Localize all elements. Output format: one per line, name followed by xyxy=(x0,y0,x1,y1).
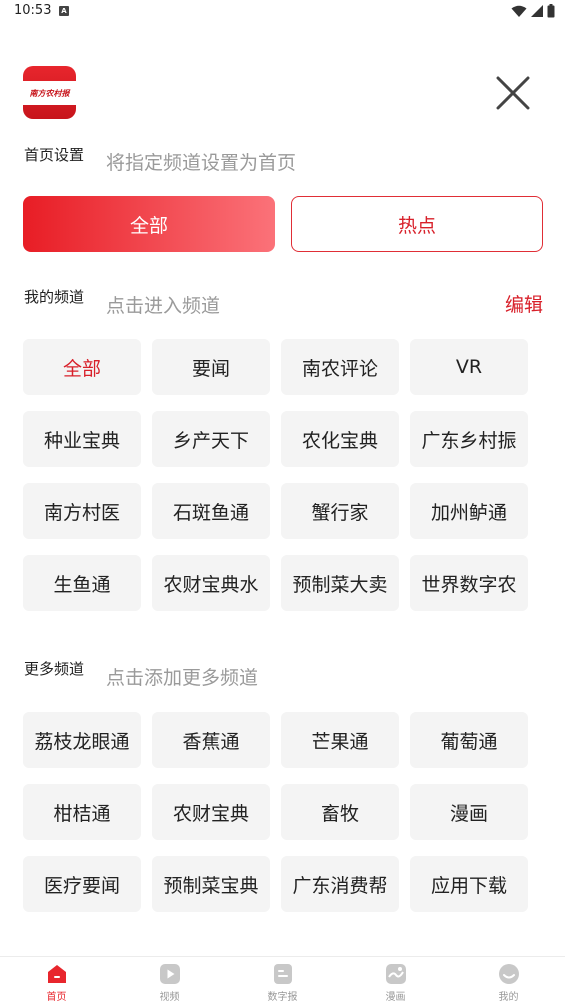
close-icon xyxy=(496,76,530,110)
homepage-option-all[interactable]: 全部 xyxy=(23,196,275,252)
homepage-settings-hint: 将指定频道设置为首页 xyxy=(106,152,297,174)
more-channel-chip[interactable]: 应用下载 xyxy=(410,856,528,912)
channel-chip[interactable]: 蟹行家 xyxy=(281,483,399,539)
more-channel-chip[interactable]: 芒果通 xyxy=(281,712,399,768)
app-logo-text: 南方农村报 xyxy=(23,81,76,105)
channel-chip[interactable]: 广东乡村振 xyxy=(410,411,528,467)
channel-chip[interactable]: 农化宝典 xyxy=(281,411,399,467)
tab-comic-label: 漫画 xyxy=(385,992,406,1003)
channel-chip[interactable]: 乡产天下 xyxy=(152,411,270,467)
video-icon xyxy=(159,964,180,984)
more-channel-chip[interactable]: 广东消费帮 xyxy=(281,856,399,912)
more-channels-title: 更多频道 xyxy=(24,660,85,678)
tab-profile-label: 我的 xyxy=(498,992,519,1003)
battery-icon xyxy=(547,4,555,18)
status-bar: 10:53 A xyxy=(0,0,565,24)
close-button[interactable] xyxy=(495,75,531,111)
channel-chip[interactable]: 南方村医 xyxy=(23,483,141,539)
more-channel-chip[interactable]: 漫画 xyxy=(410,784,528,840)
channel-chip[interactable]: VR xyxy=(410,339,528,395)
more-channel-chip[interactable]: 农财宝典 xyxy=(152,784,270,840)
more-channel-chip[interactable]: 畜牧 xyxy=(281,784,399,840)
tab-home-label: 首页 xyxy=(46,992,67,1003)
newspaper-icon xyxy=(273,964,292,984)
notification-badge-icon: A xyxy=(59,6,69,16)
tab-newspaper-label: 数字报 xyxy=(267,992,298,1003)
channel-chip[interactable]: 加州鲈通 xyxy=(410,483,528,539)
more-channel-chip[interactable]: 预制菜宝典 xyxy=(152,856,270,912)
wifi-icon xyxy=(511,5,527,17)
profile-icon xyxy=(498,964,519,984)
status-icons xyxy=(511,4,555,18)
tab-home[interactable]: 首页 xyxy=(0,957,113,1004)
more-channel-chip[interactable]: 医疗要闻 xyxy=(23,856,141,912)
more-channels-grid: 荔枝龙眼通 香蕉通 芒果通 葡萄通 柑桔通 农财宝典 畜牧 漫画 医疗要闻 预制… xyxy=(23,712,528,912)
comic-icon xyxy=(385,964,406,984)
channel-chip[interactable]: 南农评论 xyxy=(281,339,399,395)
more-channel-chip[interactable]: 荔枝龙眼通 xyxy=(23,712,141,768)
tab-comic[interactable]: 漫画 xyxy=(339,957,452,1004)
channel-chip[interactable]: 生鱼通 xyxy=(23,555,141,611)
more-channel-chip[interactable]: 香蕉通 xyxy=(152,712,270,768)
tab-profile[interactable]: 我的 xyxy=(452,957,565,1004)
more-channel-chip[interactable]: 柑桔通 xyxy=(23,784,141,840)
tab-newspaper[interactable]: 数字报 xyxy=(226,957,339,1004)
home-icon xyxy=(47,965,66,983)
channel-chip[interactable]: 世界数字农 xyxy=(410,555,528,611)
edit-channels-button[interactable]: 编辑 xyxy=(505,290,543,317)
channel-chip[interactable]: 要闻 xyxy=(152,339,270,395)
my-channels-title: 我的频道 xyxy=(24,288,85,306)
bottom-tab-bar: 首页 视频 数字报 漫画 我的 xyxy=(0,956,565,1004)
my-channels-hint: 点击进入频道 xyxy=(106,295,221,317)
tab-video[interactable]: 视频 xyxy=(113,957,226,1004)
channel-chip[interactable]: 石斑鱼通 xyxy=(152,483,270,539)
more-channels-hint: 点击添加更多频道 xyxy=(106,667,259,689)
status-time: 10:53 xyxy=(14,3,52,18)
more-channel-chip[interactable]: 葡萄通 xyxy=(410,712,528,768)
my-channels-grid: 全部 要闻 南农评论 VR 种业宝典 乡产天下 农化宝典 广东乡村振 南方村医 … xyxy=(23,339,528,611)
channel-chip[interactable]: 全部 xyxy=(23,339,141,395)
channel-chip[interactable]: 预制菜大卖 xyxy=(281,555,399,611)
homepage-settings-title: 首页设置 xyxy=(24,146,85,164)
homepage-option-hot[interactable]: 热点 xyxy=(291,196,543,252)
channel-chip[interactable]: 种业宝典 xyxy=(23,411,141,467)
channel-chip[interactable]: 农财宝典水 xyxy=(152,555,270,611)
signal-icon xyxy=(531,5,543,17)
tab-video-label: 视频 xyxy=(159,992,180,1003)
app-logo: 南方农村报 xyxy=(23,66,76,119)
